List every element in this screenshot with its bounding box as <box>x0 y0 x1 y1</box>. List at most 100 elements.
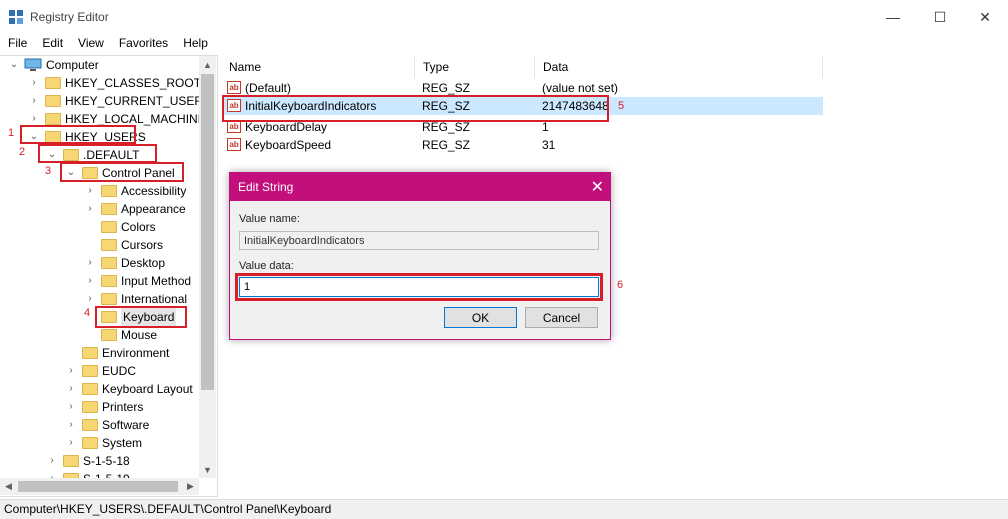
dialog-title: Edit String <box>238 180 294 194</box>
tree-item-software[interactable]: › Software <box>65 416 199 434</box>
tree-item-label: EUDC <box>102 364 137 378</box>
cancel-button[interactable]: Cancel <box>525 307 598 328</box>
folder-icon <box>101 185 117 197</box>
scroll-down-arrow-icon[interactable]: ▼ <box>199 461 216 478</box>
folder-icon <box>101 239 117 251</box>
computer-icon <box>24 58 42 71</box>
chevron-right-icon[interactable]: › <box>65 398 77 416</box>
tree-item-computer[interactable]: ⌄ Computer <box>8 56 198 74</box>
scroll-right-arrow-icon[interactable]: ▶ <box>182 478 199 495</box>
folder-icon <box>101 203 117 215</box>
tree-item-keyboard-layout[interactable]: › Keyboard Layout <box>65 380 199 398</box>
folder-icon <box>63 455 79 467</box>
chevron-right-icon[interactable]: › <box>65 434 77 452</box>
value-data-label: Value data: <box>239 260 294 272</box>
tree-item-label: Appearance <box>121 202 186 216</box>
ok-button[interactable]: OK <box>444 307 517 328</box>
folder-icon <box>82 383 98 395</box>
edit-string-dialog: Edit String ✕ Value name: Value data: OK… <box>229 172 611 340</box>
chevron-right-icon[interactable]: › <box>65 416 77 434</box>
menu-edit[interactable]: Edit <box>34 34 70 52</box>
tree-item-environment[interactable]: Environment <box>65 344 199 362</box>
folder-icon <box>101 329 117 341</box>
window-title: Registry Editor <box>30 10 109 24</box>
chevron-right-icon[interactable]: › <box>84 200 96 218</box>
menu-view[interactable]: View <box>70 34 111 52</box>
scroll-up-arrow-icon[interactable]: ▲ <box>199 56 216 73</box>
tree-item-input-method[interactable]: › Input Method <box>84 272 199 290</box>
folder-icon <box>45 95 61 107</box>
chevron-right-icon[interactable]: › <box>65 362 77 380</box>
value-data: 31 <box>542 138 556 152</box>
annotation-box-value-row <box>222 95 609 122</box>
column-header-data[interactable]: Data <box>535 56 823 78</box>
tree-hscroll-thumb[interactable] <box>18 481 178 492</box>
tree-item-eudc[interactable]: › EUDC <box>65 362 199 380</box>
annotation-number: 1 <box>8 127 15 139</box>
annotation-number: 5 <box>618 100 625 112</box>
tree-item-label: Keyboard Layout <box>102 382 193 396</box>
dialog-title-bar[interactable]: Edit String ✕ <box>230 173 610 201</box>
value-name-field <box>239 231 599 250</box>
tree-item-printers[interactable]: › Printers <box>65 398 199 416</box>
folder-icon <box>101 257 117 269</box>
tree-item-hkey-classes-root[interactable]: › HKEY_CLASSES_ROOT <box>28 74 202 92</box>
annotation-box-control-panel <box>60 162 184 182</box>
tree-item-appearance[interactable]: › Appearance <box>84 200 199 218</box>
tree-item-label: Colors <box>121 220 156 234</box>
chevron-right-icon[interactable]: › <box>84 272 96 290</box>
string-value-icon: ab <box>227 138 241 151</box>
folder-icon <box>82 419 98 431</box>
tree-item-accessibility[interactable]: › Accessibility <box>84 182 199 200</box>
tree-item-mouse[interactable]: Mouse <box>84 326 199 344</box>
tree-item-system[interactable]: › System <box>65 434 199 452</box>
column-header-type[interactable]: Type <box>415 56 535 78</box>
tree-item-label: HKEY_CLASSES_ROOT <box>65 76 202 90</box>
chevron-right-icon[interactable]: › <box>28 92 40 110</box>
tree-item-s-1-5-18[interactable]: › S-1-5-18 <box>46 452 199 470</box>
folder-icon <box>82 437 98 449</box>
key-tree[interactable]: ⌄ Computer › HKEY_CLASSES_ROOT › HKEY_CU… <box>0 55 218 497</box>
value-type: REG_SZ <box>422 138 471 152</box>
tree-item-label: Computer <box>46 58 99 72</box>
tree-item-label: Software <box>102 418 150 432</box>
menu-favorites[interactable]: Favorites <box>111 34 175 52</box>
chevron-right-icon[interactable]: › <box>84 254 96 272</box>
column-header-name[interactable]: Name <box>221 56 415 78</box>
string-value-icon: ab <box>227 81 241 94</box>
maximize-button[interactable]: ☐ <box>917 0 963 34</box>
tree-item-label: HKEY_CURRENT_USER <box>65 94 204 108</box>
folder-icon <box>101 221 117 233</box>
tree-item-label: System <box>102 436 143 450</box>
value-name: KeyboardSpeed <box>245 138 332 152</box>
tree-item-label: Cursors <box>121 238 164 252</box>
annotation-box-default <box>38 144 157 163</box>
chevron-down-icon[interactable]: ⌄ <box>8 56 20 74</box>
tree-item-hkey-current-user[interactable]: › HKEY_CURRENT_USER <box>28 92 203 110</box>
annotation-box-hkey-users <box>20 125 136 144</box>
minimize-button[interactable]: — <box>870 0 916 34</box>
menu-file[interactable]: File <box>0 34 34 52</box>
annotation-number: 4 <box>84 307 91 319</box>
title-bar: Registry Editor — ☐ ✕ <box>0 0 1008 34</box>
dialog-close-icon[interactable]: ✕ <box>591 177 604 197</box>
chevron-right-icon[interactable]: › <box>84 182 96 200</box>
value-row[interactable]: ab KeyboardSpeed REG_SZ 31 <box>223 136 823 154</box>
menu-help[interactable]: Help <box>175 34 215 52</box>
status-bar-path: Computer\HKEY_USERS\.DEFAULT\Control Pan… <box>0 499 1008 519</box>
chevron-right-icon[interactable]: › <box>65 380 77 398</box>
close-button[interactable]: ✕ <box>962 0 1008 34</box>
tree-item-cursors[interactable]: Cursors <box>84 236 199 254</box>
chevron-right-icon[interactable]: › <box>28 74 40 92</box>
tree-item-desktop[interactable]: › Desktop <box>84 254 199 272</box>
tree-item-label: Desktop <box>121 256 166 270</box>
tree-item-colors[interactable]: Colors <box>84 218 199 236</box>
tree-scroll-thumb[interactable] <box>201 74 214 390</box>
annotation-number: 3 <box>45 165 52 177</box>
value-name-label: Value name: <box>239 213 300 225</box>
annotation-box-value-data <box>235 273 603 301</box>
scroll-left-arrow-icon[interactable]: ◀ <box>0 478 17 495</box>
chevron-right-icon[interactable]: › <box>46 452 58 470</box>
tree-item-label: Printers <box>102 400 144 414</box>
tree-item-label: Environment <box>102 346 170 360</box>
